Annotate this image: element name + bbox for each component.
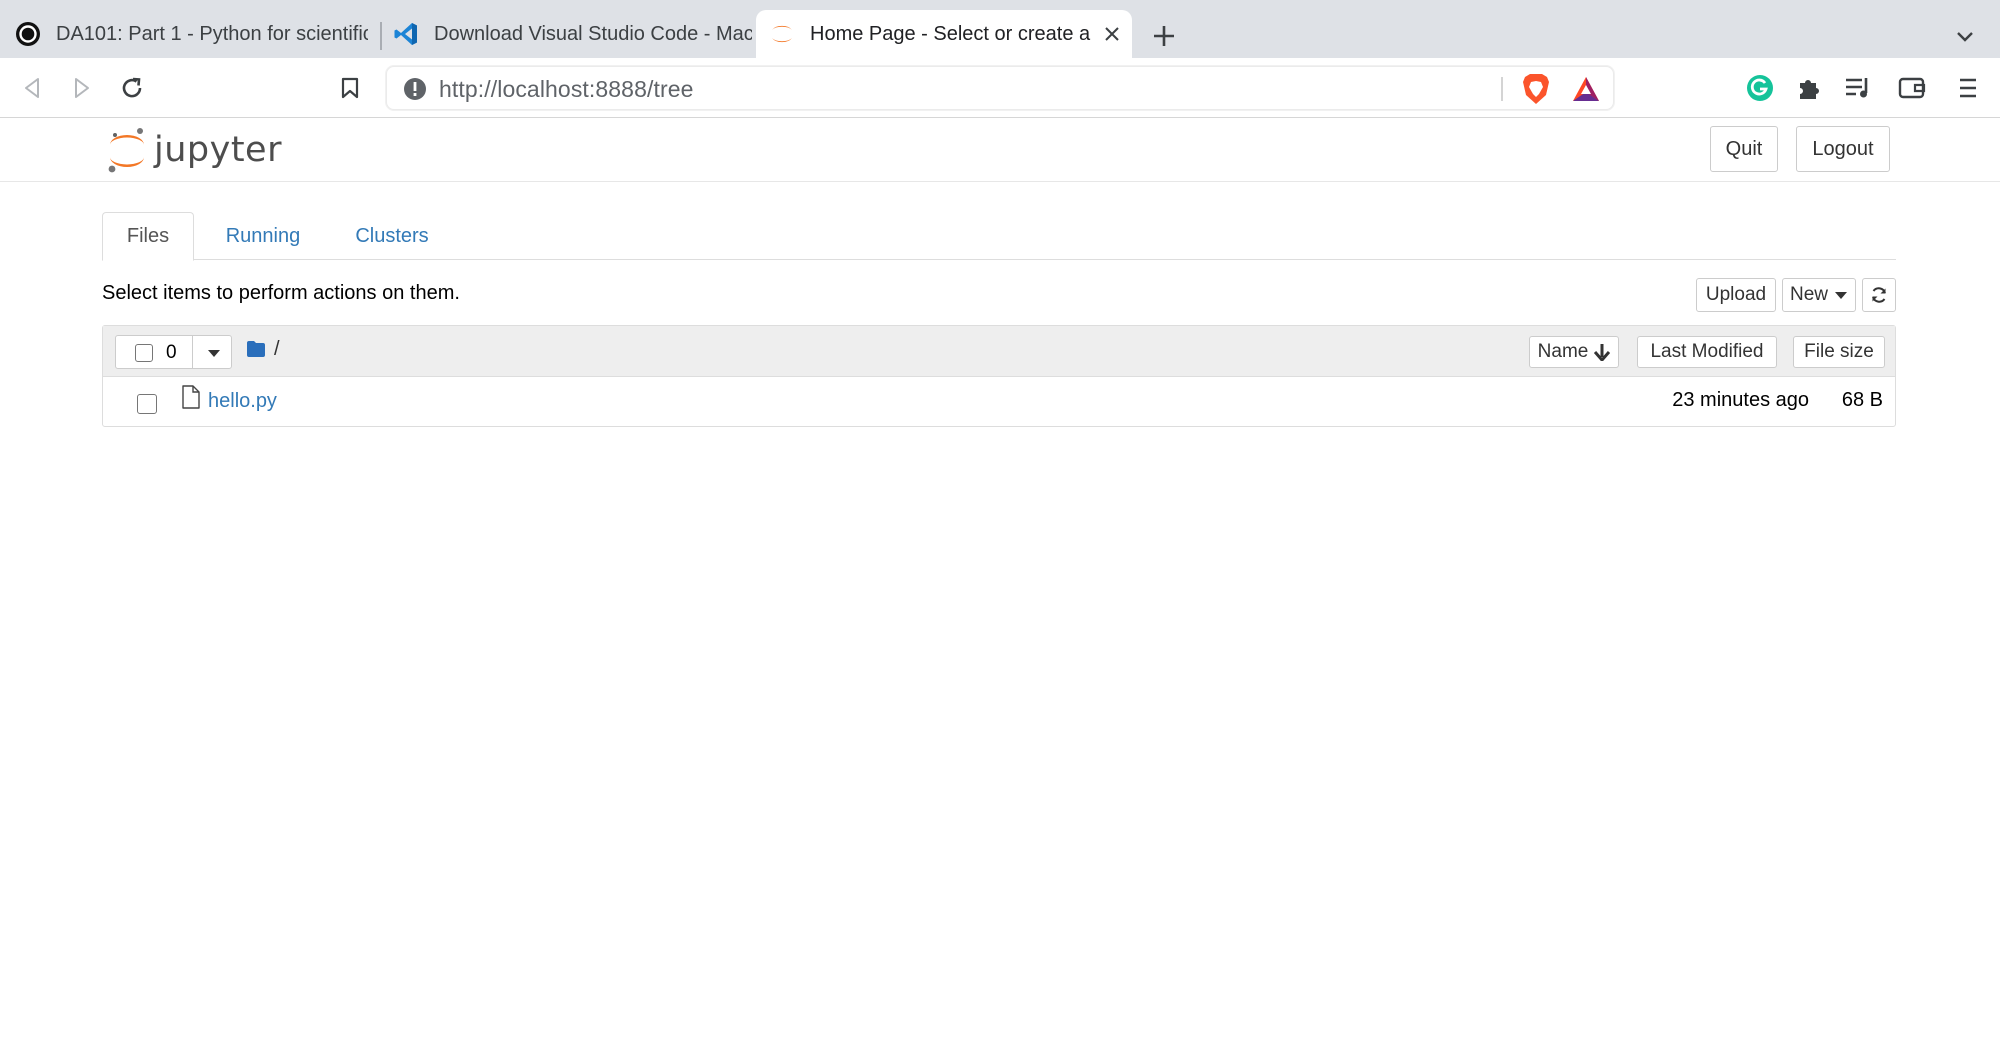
browser-tab-strip: DA101: Part 1 - Python for scientific Do… <box>0 0 2000 58</box>
media-playlist-icon[interactable] <box>1840 70 1876 106</box>
wallet-icon[interactable] <box>1894 70 1930 106</box>
file-size: 68 B <box>1841 389 1883 411</box>
row-checkbox[interactable] <box>137 394 157 414</box>
file-last-modified: 23 minutes ago <box>1672 389 1809 411</box>
address-url[interactable]: http://localhost:8888/tree <box>439 76 694 103</box>
menu-hamburger-icon[interactable] <box>1950 70 1986 106</box>
jupyter-logo-text: jupyter <box>154 130 282 170</box>
sort-last-modified-button[interactable]: Last Modified <box>1637 336 1777 368</box>
notebook-tabs: Files Running Clusters <box>102 212 1896 261</box>
select-all-group: 0 <box>115 335 232 369</box>
instructions-text: Select items to perform actions on them. <box>102 282 460 304</box>
forward-arrow-icon[interactable] <box>64 70 100 106</box>
file-icon <box>182 385 200 409</box>
tab-clusters[interactable]: Clusters <box>338 212 446 260</box>
caret-down-icon[interactable] <box>206 346 222 360</box>
refresh-icon <box>1872 287 1886 303</box>
info-icon[interactable] <box>403 77 427 101</box>
address-divider <box>1501 77 1503 101</box>
file-list-header: 0 / Name Last Modified File size <box>103 326 1895 377</box>
browser-tab-title: Home Page - Select or create a <box>810 22 1091 45</box>
tab-separator <box>380 22 382 50</box>
tab-running[interactable]: Running <box>212 212 314 260</box>
jupyter-logo[interactable]: jupyter <box>106 124 282 176</box>
brave-shield-icon[interactable] <box>1521 73 1551 105</box>
refresh-button[interactable] <box>1862 278 1896 312</box>
sort-name-button[interactable]: Name <box>1529 336 1619 368</box>
file-name-link[interactable]: hello.py <box>208 390 277 413</box>
new-tab-plus-icon[interactable] <box>1148 20 1180 52</box>
browser-tab-vscode[interactable]: Download Visual Studio Code - Mac <box>384 10 754 58</box>
browser-toolbar: http://localhost:8888/tree <box>0 58 2000 118</box>
file-list: 0 / Name Last Modified File size hello.p… <box>102 325 1896 427</box>
upload-button[interactable]: Upload <box>1696 278 1776 312</box>
bookmark-icon[interactable] <box>332 70 368 106</box>
sort-name-label: Name <box>1537 341 1589 362</box>
browser-tab-jupyter[interactable]: Home Page - Select or create a <box>756 10 1132 58</box>
select-all-checkbox[interactable] <box>135 344 153 362</box>
new-label: New <box>1789 284 1828 305</box>
tab-files[interactable]: Files <box>102 212 194 261</box>
select-divider <box>192 336 193 368</box>
bat-rewards-icon[interactable] <box>1571 75 1601 103</box>
extensions-puzzle-icon[interactable] <box>1792 70 1828 106</box>
folder-icon[interactable] <box>246 340 266 358</box>
browser-tab-title: DA101: Part 1 - Python for scientific <box>56 22 368 45</box>
grammarly-icon[interactable] <box>1742 70 1778 106</box>
browser-tab-title: Download Visual Studio Code - Mac <box>434 22 752 45</box>
logout-button[interactable]: Logout <box>1796 126 1890 172</box>
new-dropdown-button[interactable]: New <box>1782 278 1856 312</box>
quit-button[interactable]: Quit <box>1710 126 1778 172</box>
close-icon[interactable] <box>1100 22 1124 46</box>
vscode-icon <box>392 20 420 48</box>
reload-icon[interactable] <box>114 70 150 106</box>
file-row[interactable]: hello.py 23 minutes ago 68 B <box>103 377 1895 426</box>
circle-logo-icon <box>14 20 42 48</box>
breadcrumb[interactable]: / <box>274 338 280 361</box>
arrow-down-icon <box>1594 344 1611 361</box>
jupyter-logo-icon <box>108 128 144 173</box>
caret-down-icon <box>1835 292 1847 299</box>
selected-count: 0 <box>166 342 177 363</box>
address-bar[interactable]: http://localhost:8888/tree <box>386 66 1614 110</box>
browser-tab-da101[interactable]: DA101: Part 1 - Python for scientific <box>0 10 378 58</box>
sort-file-size-button[interactable]: File size <box>1793 336 1885 368</box>
jupyter-icon <box>768 20 796 48</box>
back-arrow-icon[interactable] <box>14 70 50 106</box>
jupyter-header: jupyter Quit Logout <box>0 118 2000 182</box>
chevron-down-icon[interactable] <box>1950 22 1980 52</box>
